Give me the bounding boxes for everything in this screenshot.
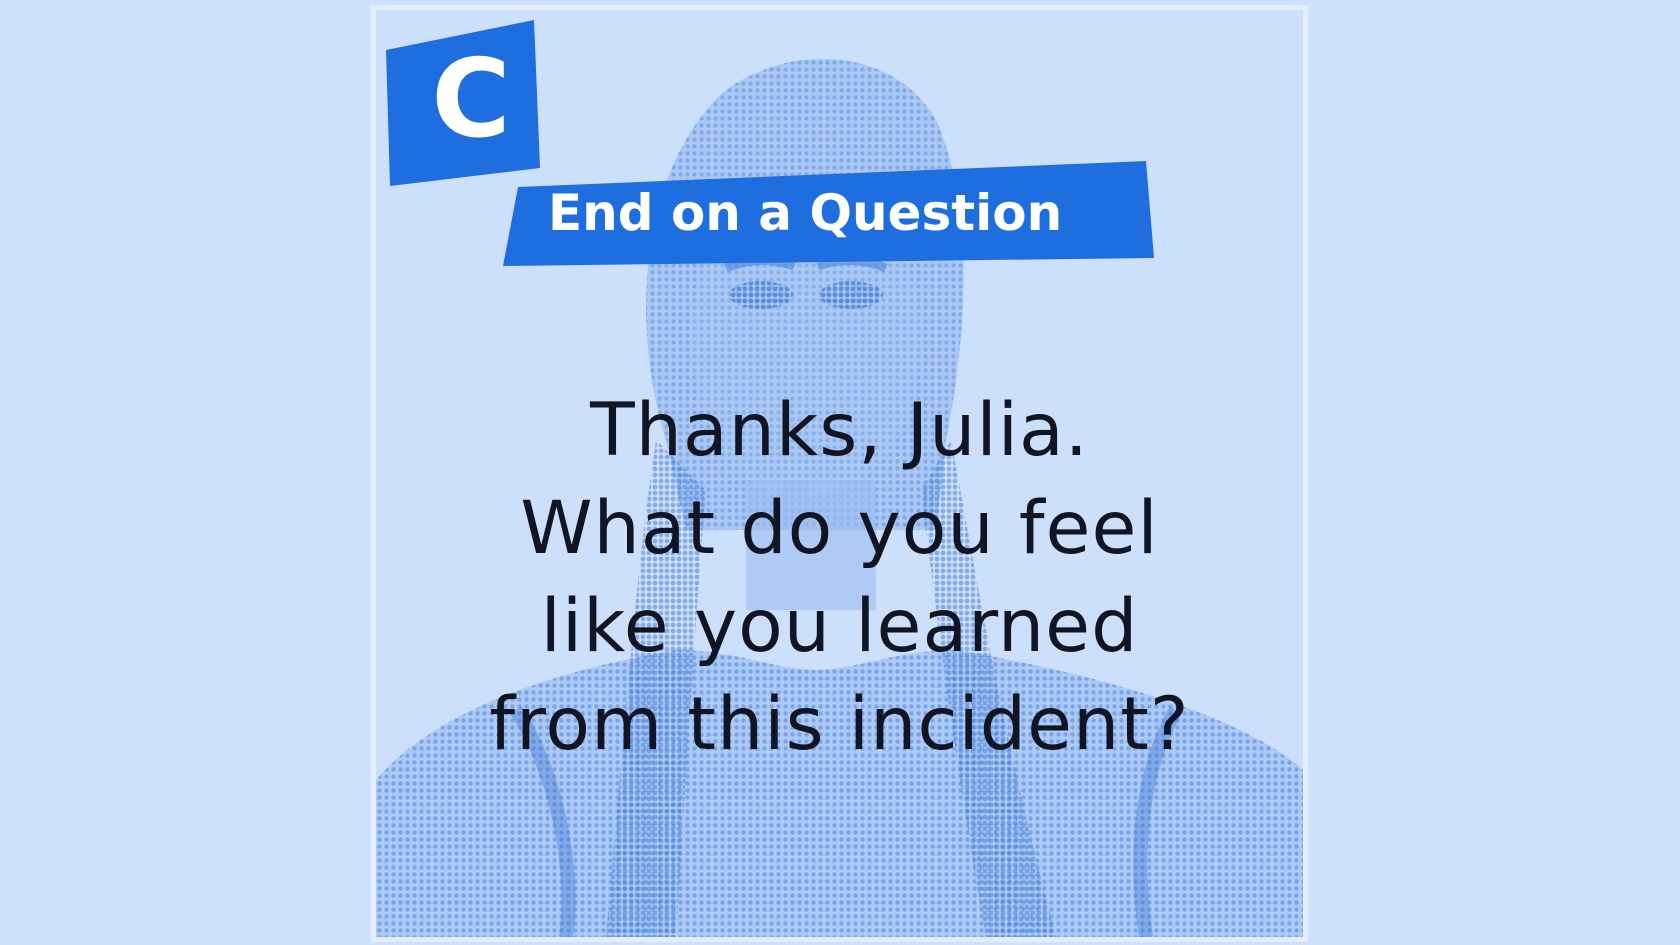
- question-line: What do you feel: [520, 486, 1159, 571]
- title-banner: End on a Question: [376, 10, 1303, 290]
- question-line: like you learned: [540, 584, 1139, 669]
- slide-card: C End on a Question Thanks, Julia. What …: [371, 5, 1308, 942]
- title-banner-shape: [503, 161, 1154, 266]
- slide-canvas: C End on a Question Thanks, Julia. What …: [0, 0, 1680, 945]
- question-line: Thanks, Julia.: [590, 388, 1089, 473]
- question-text: Thanks, Julia. What do you feel like you…: [376, 382, 1303, 774]
- banner-title: End on a Question: [548, 184, 1063, 242]
- question-line: from this incident?: [489, 682, 1190, 767]
